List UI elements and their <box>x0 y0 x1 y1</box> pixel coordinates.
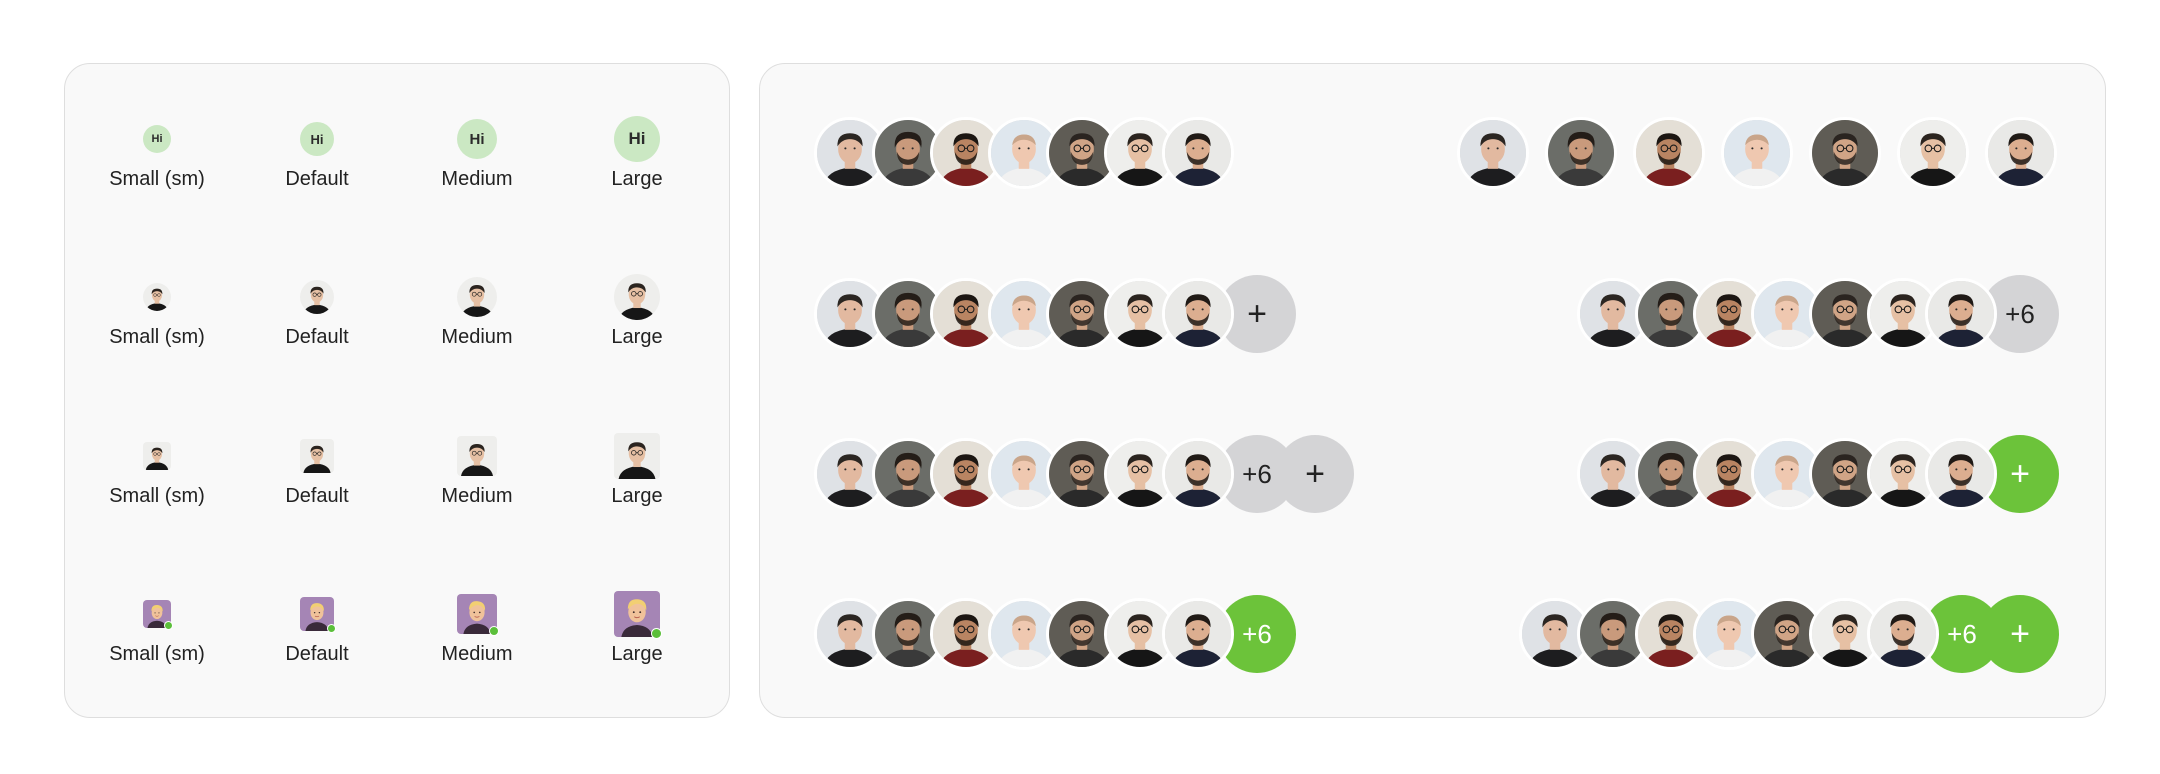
avatar-status-default-cell: Default <box>237 597 397 666</box>
size-label: Medium <box>441 485 513 507</box>
avatar-with-status <box>300 597 336 633</box>
group-avatar[interactable] <box>1867 598 1939 670</box>
size-label: Small (sm) <box>109 485 205 507</box>
group-avatar[interactable] <box>1457 117 1529 189</box>
add-member-button[interactable]: + <box>1276 435 1354 513</box>
avatar-groups-panel: + +6 +6 + + +6 +6 + <box>759 63 2106 718</box>
avatar-status-medium-cell: Medium <box>397 594 557 666</box>
avatar-sizes-panel: Hi Small (sm) Hi Default Hi Medium Hi Large Smal… <box>64 63 730 718</box>
avatar-square-medium-cell: Medium <box>397 436 557 508</box>
avatar-group-more-add-green: +6 + <box>1519 595 2059 673</box>
group-avatar[interactable] <box>1162 598 1234 670</box>
group-avatar[interactable] <box>1162 278 1234 350</box>
avatar-initials-small-cell: Hi Small (sm) <box>77 125 237 191</box>
group-avatar[interactable] <box>1925 278 1997 350</box>
avatar-square-default-cell: Default <box>237 439 397 508</box>
size-label: Large <box>611 643 663 665</box>
group-avatar[interactable] <box>1633 117 1705 189</box>
avatar-with-status <box>457 594 499 636</box>
size-label: Small (sm) <box>109 326 205 348</box>
avatar-photo-round <box>143 283 171 311</box>
avatar-photo-square <box>614 433 660 479</box>
avatar-group-more-green: +6 <box>814 595 1296 673</box>
avatar-group-more-add: +6 + <box>814 435 1354 513</box>
avatar-initials-medium-cell: Hi Medium <box>397 119 557 191</box>
avatar-photo-square <box>143 442 171 470</box>
size-label: Medium <box>441 326 513 348</box>
size-label: Small (sm) <box>109 643 205 665</box>
avatar-round-medium-cell: Medium <box>397 277 557 349</box>
group-avatar[interactable] <box>1897 117 1969 189</box>
avatar-photo-round <box>614 274 660 320</box>
status-dot-icon <box>164 621 173 630</box>
group-avatar[interactable] <box>1545 117 1617 189</box>
avatar-group-spaced <box>1457 117 2057 189</box>
avatar-group-add-green: + <box>1577 435 2059 513</box>
group-avatar[interactable] <box>1985 117 2057 189</box>
avatar-with-status <box>143 600 173 630</box>
size-label: Large <box>611 326 663 348</box>
size-label: Medium <box>441 643 513 665</box>
group-avatar[interactable] <box>1721 117 1793 189</box>
avatar-initials-large-cell: Hi Large <box>557 116 717 191</box>
avatar-round-default-cell: Default <box>237 280 397 349</box>
plus-icon: + <box>2010 615 2030 653</box>
avatar-photo-round <box>300 280 334 314</box>
avatar-initials: Hi <box>300 122 334 156</box>
group-avatar[interactable] <box>1925 438 1997 510</box>
group-avatar[interactable] <box>1809 117 1881 189</box>
avatar-status-large-cell: Large <box>557 591 717 666</box>
size-label: Medium <box>441 168 513 190</box>
avatar-round-small-cell: Small (sm) <box>77 283 237 349</box>
group-avatar[interactable] <box>1162 438 1234 510</box>
avatar-square-large-cell: Large <box>557 433 717 508</box>
avatar-square-small-cell: Small (sm) <box>77 442 237 508</box>
size-label: Large <box>611 485 663 507</box>
size-label: Default <box>285 643 349 665</box>
avatar-group-add: + <box>814 275 1296 353</box>
avatar-initials-default-cell: Hi Default <box>237 122 397 191</box>
size-label: Small (sm) <box>109 168 205 190</box>
size-label: Large <box>611 168 663 190</box>
avatar-group-overlap <box>814 117 1234 189</box>
status-dot-icon <box>489 626 499 636</box>
avatar-with-status <box>614 591 662 639</box>
plus-icon: + <box>2010 455 2030 493</box>
size-label: Default <box>285 168 349 190</box>
size-label: Default <box>285 485 349 507</box>
avatar-photo-square <box>457 436 497 476</box>
avatar-photo-round <box>457 277 497 317</box>
group-avatar[interactable] <box>1162 117 1234 189</box>
add-member-button[interactable]: + <box>1981 595 2059 673</box>
avatar-round-large-cell: Large <box>557 274 717 349</box>
avatar-initials: Hi <box>143 125 171 153</box>
avatar-initials: Hi <box>614 116 660 162</box>
status-dot-icon <box>327 624 336 633</box>
plus-icon: + <box>1305 455 1325 493</box>
status-dot-icon <box>651 628 662 639</box>
plus-icon: + <box>1247 295 1267 333</box>
avatar-initials: Hi <box>457 119 497 159</box>
avatar-photo-square <box>300 439 334 473</box>
size-label: Default <box>285 326 349 348</box>
avatar-status-small-cell: Small (sm) <box>77 600 237 666</box>
avatar-group-more: +6 <box>1577 275 2059 353</box>
